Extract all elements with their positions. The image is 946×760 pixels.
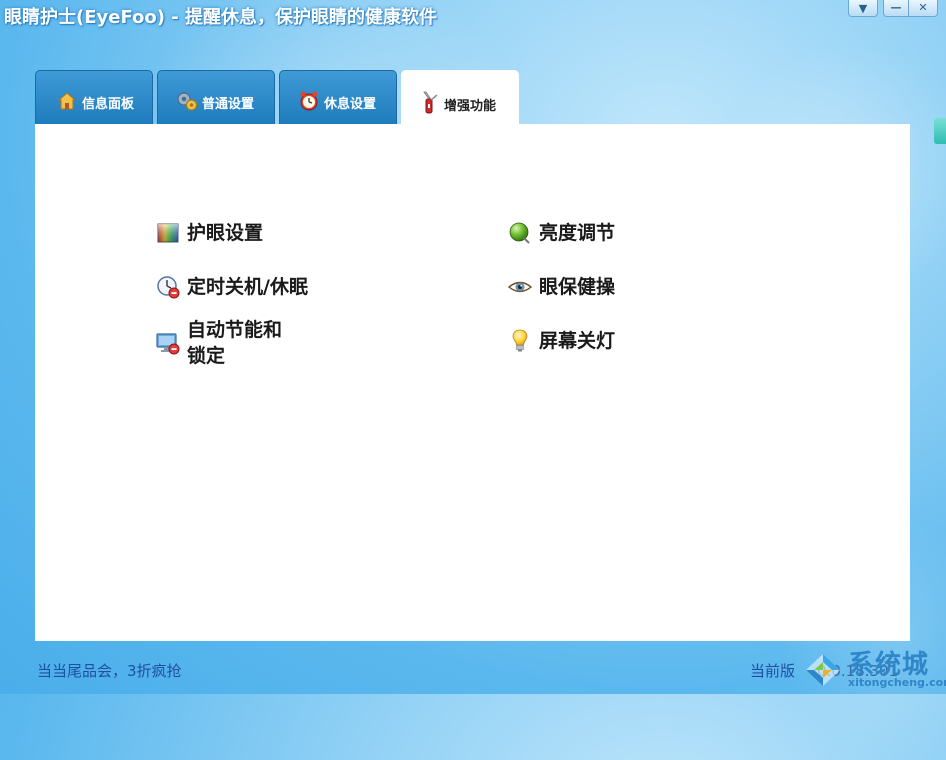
watermark-logo-icon [806, 654, 840, 686]
watermark-url: xitongcheng.com [848, 676, 946, 689]
minimize-icon: — [890, 1, 902, 14]
menu-dropdown-button[interactable]: ▼ [848, 0, 878, 17]
feature-label: 亮度调节 [539, 222, 616, 244]
tab-label: 休息设置 [324, 97, 377, 112]
feature-label: 屏幕关灯 [539, 330, 616, 352]
lightbulb-icon [508, 329, 532, 353]
brightness-link[interactable]: 亮度调节 [508, 220, 615, 246]
promo-link[interactable]: 当当尾品会，3折疯抢 [37, 660, 182, 681]
chevron-down-icon: ▼ [858, 1, 868, 15]
swiss-knife-icon [418, 91, 440, 114]
feature-label: 护眼设置 [187, 222, 264, 244]
eye-settings-link[interactable]: 护眼设置 [156, 220, 263, 246]
screen-off-link[interactable]: 屏幕关灯 [508, 328, 615, 354]
window-controls: — ✕ [881, 0, 940, 17]
tab-label: 普通设置 [202, 97, 255, 112]
eye-exercise-link[interactable]: 眼保健操 [508, 274, 615, 300]
tab-rest-settings[interactable]: 休息设置 [279, 70, 397, 124]
tab-info-panel[interactable]: 信息面板 [35, 70, 153, 124]
eye-icon [508, 275, 532, 299]
color-palette-icon [156, 221, 180, 245]
side-handle[interactable] [934, 118, 946, 144]
title-bar: 眼睛护士(EyeFoo) - 提醒休息，保护眼睛的健康软件 ▼ — ✕ [0, 0, 946, 32]
timed-shutdown-link[interactable]: 定时关机/休眠 [156, 274, 308, 300]
gears-icon [176, 90, 198, 112]
site-watermark: 系统城 xitongcheng.com [796, 640, 946, 694]
alarm-clock-icon [298, 90, 320, 112]
enhanced-features-panel: 护眼设置 定时关机/休眠 自动节能和锁定 亮度调节 眼保健操 屏幕关灯 [35, 124, 910, 641]
clock-stop-icon [156, 275, 180, 299]
green-orb-icon [508, 221, 532, 245]
tab-enhanced-features[interactable]: 增强功能 [401, 70, 519, 126]
minimize-button[interactable]: — [883, 0, 909, 17]
close-button[interactable]: ✕ [909, 0, 938, 17]
auto-power-save-link[interactable]: 自动节能和锁定 [156, 317, 296, 369]
feature-label: 自动节能和锁定 [187, 319, 283, 367]
tab-label: 信息面板 [82, 97, 135, 112]
tab-label: 增强功能 [444, 99, 497, 114]
monitor-stop-icon [156, 331, 180, 355]
close-icon: ✕ [918, 1, 928, 14]
feature-label: 眼保健操 [539, 276, 616, 298]
version-label: 当前版 [750, 662, 796, 680]
tab-general-settings[interactable]: 普通设置 [157, 70, 275, 124]
feature-label: 定时关机/休眠 [187, 276, 308, 298]
house-icon [56, 90, 78, 112]
window-title: 眼睛护士(EyeFoo) - 提醒休息，保护眼睛的健康软件 [4, 7, 437, 28]
